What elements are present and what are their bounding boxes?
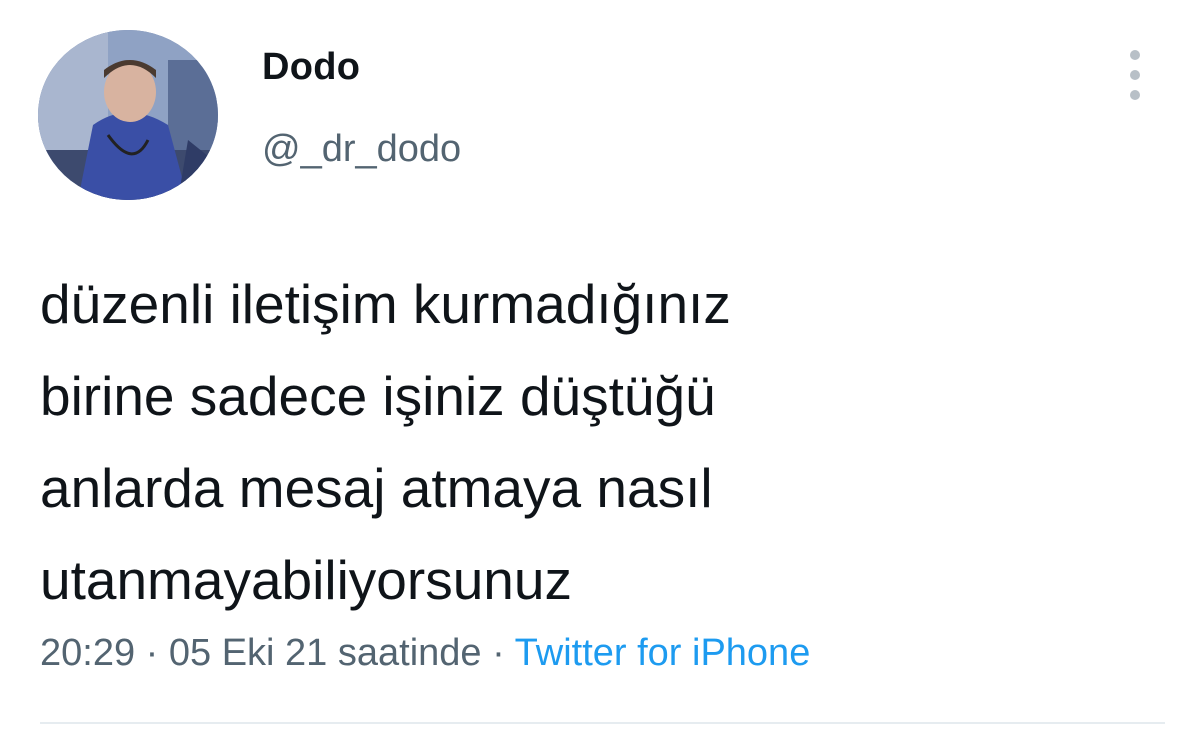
- more-dot: [1130, 50, 1140, 60]
- meta-separator: ·: [135, 632, 169, 674]
- user-display-name[interactable]: Dodo: [262, 46, 360, 89]
- tweet-text-line: düzenli iletişim kurmadığınız: [40, 273, 731, 335]
- avatar-photo: [38, 30, 218, 200]
- tweet-source-link[interactable]: Twitter for iPhone: [515, 632, 811, 674]
- more-dot: [1130, 90, 1140, 100]
- meta-separator: ·: [481, 632, 515, 674]
- more-dot: [1130, 70, 1140, 80]
- tweet-time[interactable]: 20:29: [40, 632, 135, 674]
- tweet-metadata: 20:29 · 05 Eki 21 saatinde · Twitter for…: [40, 632, 810, 675]
- divider: [40, 722, 1165, 724]
- more-vertical-icon[interactable]: [1118, 50, 1152, 100]
- tweet-text: düzenli iletişim kurmadığınız birine sad…: [40, 258, 1160, 626]
- avatar[interactable]: [38, 30, 218, 200]
- tweet-text-line: anlarda mesaj atmaya nasıl: [40, 457, 713, 519]
- tweet-text-line: utanmayabiliyorsunuz: [40, 549, 572, 611]
- user-handle[interactable]: @_dr_dodo: [262, 128, 461, 171]
- tweet-text-line: birine sadece işiniz düştüğü: [40, 365, 716, 427]
- tweet-card: Dodo @_dr_dodo düzenli iletişim kurmadığ…: [0, 0, 1200, 730]
- tweet-date[interactable]: 05 Eki 21 saatinde: [169, 632, 482, 674]
